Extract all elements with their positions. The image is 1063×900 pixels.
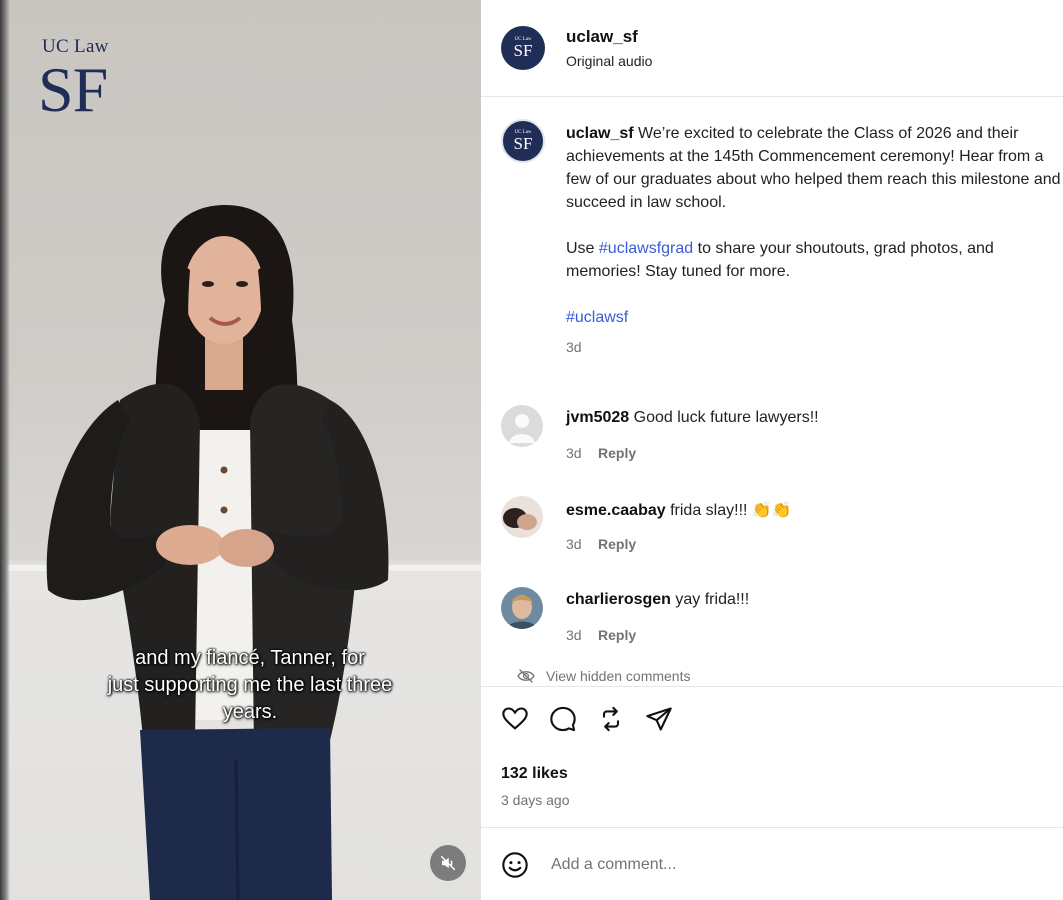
post-body: uclaw_sf We’re excited to celebrate the … xyxy=(566,122,1061,359)
user-photo-icon xyxy=(501,496,543,538)
reply-button[interactable]: Reply xyxy=(598,536,636,552)
video-caption: and my fiancé, Tanner, for just supporti… xyxy=(40,645,460,726)
caption-text: We’re excited to celebrate the Class of … xyxy=(566,125,1061,211)
post-header: UC Law SF uclaw_sf Original audio xyxy=(481,0,1063,97)
avatar[interactable]: UC Law SF xyxy=(501,119,545,163)
share-button[interactable] xyxy=(645,705,673,733)
hashtag-link[interactable]: #uclawsf xyxy=(566,309,628,326)
add-comment-bar xyxy=(481,829,1063,900)
comment-icon xyxy=(550,706,576,732)
share-icon xyxy=(646,707,672,731)
reply-button[interactable]: Reply xyxy=(598,445,636,461)
post-actions: 132 likes 3 days ago xyxy=(481,686,1063,828)
eye-off-icon xyxy=(517,669,535,683)
post-date: 3 days ago xyxy=(501,792,570,808)
audio-link[interactable]: Original audio xyxy=(566,53,652,69)
action-icons xyxy=(501,705,673,733)
avatar[interactable] xyxy=(501,405,543,447)
video-frame-person xyxy=(46,205,389,900)
comment-meta: 3d Reply xyxy=(566,627,636,645)
avatar[interactable] xyxy=(501,496,543,538)
comment-body: yay frida!!! xyxy=(675,591,750,608)
comment-timestamp: 3d xyxy=(566,627,582,643)
comment-meta: 3d Reply xyxy=(566,445,636,463)
comment-timestamp: 3d xyxy=(566,536,582,552)
comment-timestamp: 3d xyxy=(566,445,582,461)
comment-username[interactable]: esme.caabay xyxy=(566,502,666,519)
view-hidden-comments-button[interactable]: View hidden comments xyxy=(516,668,690,684)
mute-button[interactable] xyxy=(430,845,466,881)
reply-button[interactable]: Reply xyxy=(598,627,636,643)
post-panel: UC Law SF uclaw_sf Original audio UC Law… xyxy=(481,0,1063,900)
video-player[interactable]: UC Law SF and my fiancé, Tanner, for jus… xyxy=(0,0,481,900)
header-username[interactable]: uclaw_sf xyxy=(566,27,638,47)
comment-item: charlierosgen yay frida!!! 3d Reply xyxy=(481,587,1063,657)
avatar[interactable]: UC Law SF xyxy=(501,26,545,70)
comment-body: Good luck future lawyers!! xyxy=(633,409,819,426)
post-timestamp: 3d xyxy=(566,339,582,355)
caption-line: and my fiancé, Tanner, for xyxy=(135,647,365,669)
hidden-comments-label: View hidden comments xyxy=(546,668,691,684)
user-photo-icon xyxy=(501,587,543,629)
comment-input[interactable] xyxy=(551,851,1011,879)
repost-icon xyxy=(602,706,620,732)
avatar-big-text: SF xyxy=(513,134,533,153)
emoji-icon xyxy=(502,852,528,878)
avatar[interactable] xyxy=(501,587,543,629)
caption-line: years. xyxy=(222,701,278,723)
hashtag-link[interactable]: #uclawsfgrad xyxy=(599,240,693,257)
default-user-icon xyxy=(501,405,543,447)
likes-count[interactable]: 132 likes xyxy=(501,765,568,783)
comment-button[interactable] xyxy=(549,705,577,733)
comment-item: jvm5028 Good luck future lawyers!! 3d Re… xyxy=(481,405,1063,475)
comment-meta: 3d Reply xyxy=(566,536,636,554)
avatar-big-text: SF xyxy=(513,41,533,60)
comment-text: charlierosgen yay frida!!! xyxy=(566,591,749,609)
repost-button[interactable] xyxy=(597,705,625,733)
heart-icon xyxy=(502,707,528,730)
like-button[interactable] xyxy=(501,705,529,733)
comment-text: esme.caabay frida slay!!! 👏👏 xyxy=(566,500,792,520)
comment-username[interactable]: jvm5028 xyxy=(566,409,629,426)
caption-text: Use xyxy=(566,240,599,257)
sf-logo-text: SF xyxy=(38,54,108,125)
caption-username[interactable]: uclaw_sf xyxy=(566,125,634,142)
video-edge-shadow xyxy=(0,0,10,900)
comment-username[interactable]: charlierosgen xyxy=(566,591,671,608)
emoji-button[interactable] xyxy=(501,851,529,879)
volume-muted-icon xyxy=(440,855,456,871)
comment-item: esme.caabay frida slay!!! 👏👏 3d Reply xyxy=(481,496,1063,566)
comment-body: frida slay!!! 👏👏 xyxy=(670,502,792,519)
comment-text: jvm5028 Good luck future lawyers!! xyxy=(566,409,819,427)
caption-line: just supporting me the last three xyxy=(107,674,393,696)
